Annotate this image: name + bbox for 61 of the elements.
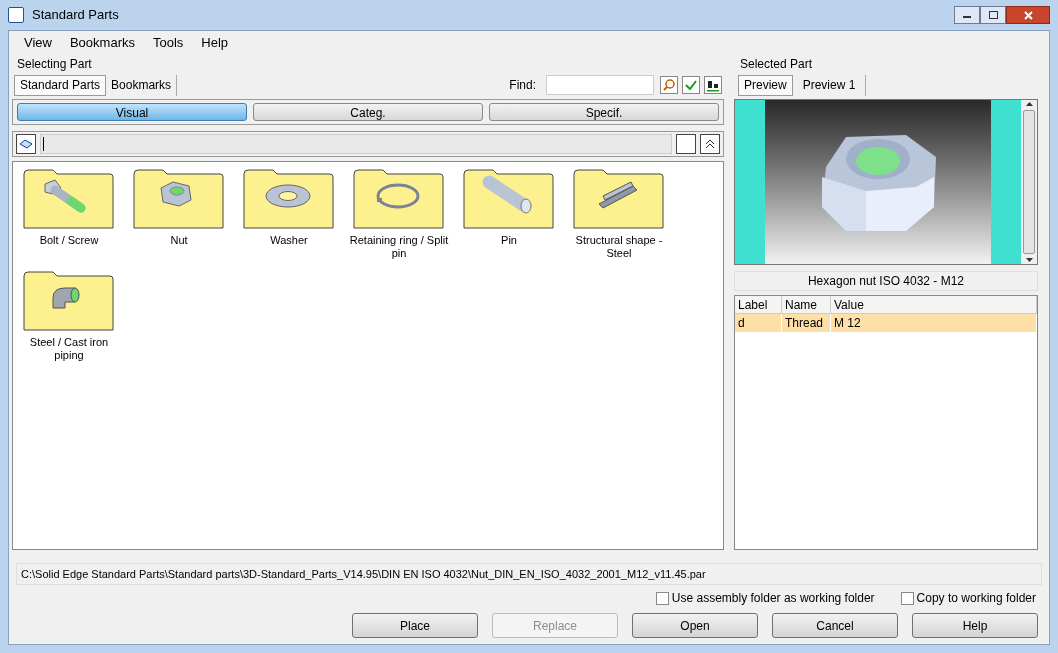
path-field[interactable] [40,134,672,154]
mode-button[interactable]: Categ. [253,103,483,121]
category-item[interactable]: Washer [243,166,335,260]
section-title: Selected Part [740,56,814,73]
check-icon[interactable] [682,76,700,94]
ring-folder-icon [353,166,445,230]
tab[interactable]: Standard Parts [14,74,107,96]
part-name: Hexagon nut ISO 4032 - M12 [734,271,1038,291]
column-header: Label [735,296,782,313]
menu-item[interactable]: Bookmarks [69,33,135,53]
nut-folder-icon [133,166,225,230]
mode-button[interactable]: Visual [17,103,247,121]
tab[interactable]: Preview 1 [792,74,867,96]
category-item[interactable]: Pin [463,166,555,260]
menu-item[interactable]: Tools [153,33,184,53]
eraser-icon[interactable] [16,134,36,154]
scroll-down-icon[interactable] [1025,258,1033,262]
tab[interactable]: Preview [738,74,793,96]
table-row[interactable]: d Thread M 12 [735,314,1037,332]
minimize-button[interactable] [954,6,980,24]
checkbox-label: Copy to working folder [916,590,1036,607]
washer-folder-icon [243,166,335,230]
maximize-button[interactable] [980,6,1006,24]
menu-item[interactable]: Help [201,33,229,53]
collapse-icon[interactable] [700,134,720,154]
table-cell: d [735,314,782,332]
category-item[interactable]: Bolt / Screw [23,166,115,260]
beam-folder-icon [573,166,665,230]
app-icon [8,7,24,23]
file-path: C:\Solid Edge Standard Parts\Standard parts\3D-Standard_Parts_V14.95\DIN EN ISO 4032\Nut_DIN_EN_ISO_4032_2001_M12_v11.45.par [16,563,1042,585]
window-title: Standard Parts [32,6,119,25]
scrollbar[interactable] [1021,100,1037,264]
mode-button[interactable]: Specif. [489,103,719,121]
checkbox[interactable] [655,591,669,605]
pin-folder-icon [463,166,555,230]
category-item[interactable]: Nut [133,166,225,260]
table-cell: M 12 [831,314,1037,332]
menu-item[interactable]: View [24,33,52,53]
close-icon [1023,10,1033,20]
elbow-folder-icon [23,268,115,332]
close-button[interactable] [1006,6,1050,24]
column-header: Value [831,296,1037,313]
match-case-icon[interactable] [704,76,722,94]
bolt-folder-icon [23,166,115,230]
tab[interactable]: Bookmarks [106,74,178,96]
scroll-up-icon[interactable] [1025,102,1033,106]
maximize-icon [988,11,998,19]
section-title: Selecting Part [17,56,93,73]
dialog-button[interactable]: Place [352,613,478,638]
checkbox-label: Use assembly folder as working folder [671,590,875,607]
find-label: Find: [509,77,536,94]
column-header: Name [782,296,831,313]
dialog-button[interactable]: Help [912,613,1038,638]
category-item[interactable]: Structural shape - Steel [573,166,665,260]
dialog-button[interactable]: Cancel [772,613,898,638]
table-cell: Thread [782,314,831,332]
dialog-button[interactable]: Open [632,613,758,638]
category-item[interactable]: Steel / Cast iron piping [23,268,115,362]
search-icon[interactable] [660,76,678,94]
checkbox[interactable] [900,591,914,605]
find-field[interactable] [546,75,654,95]
